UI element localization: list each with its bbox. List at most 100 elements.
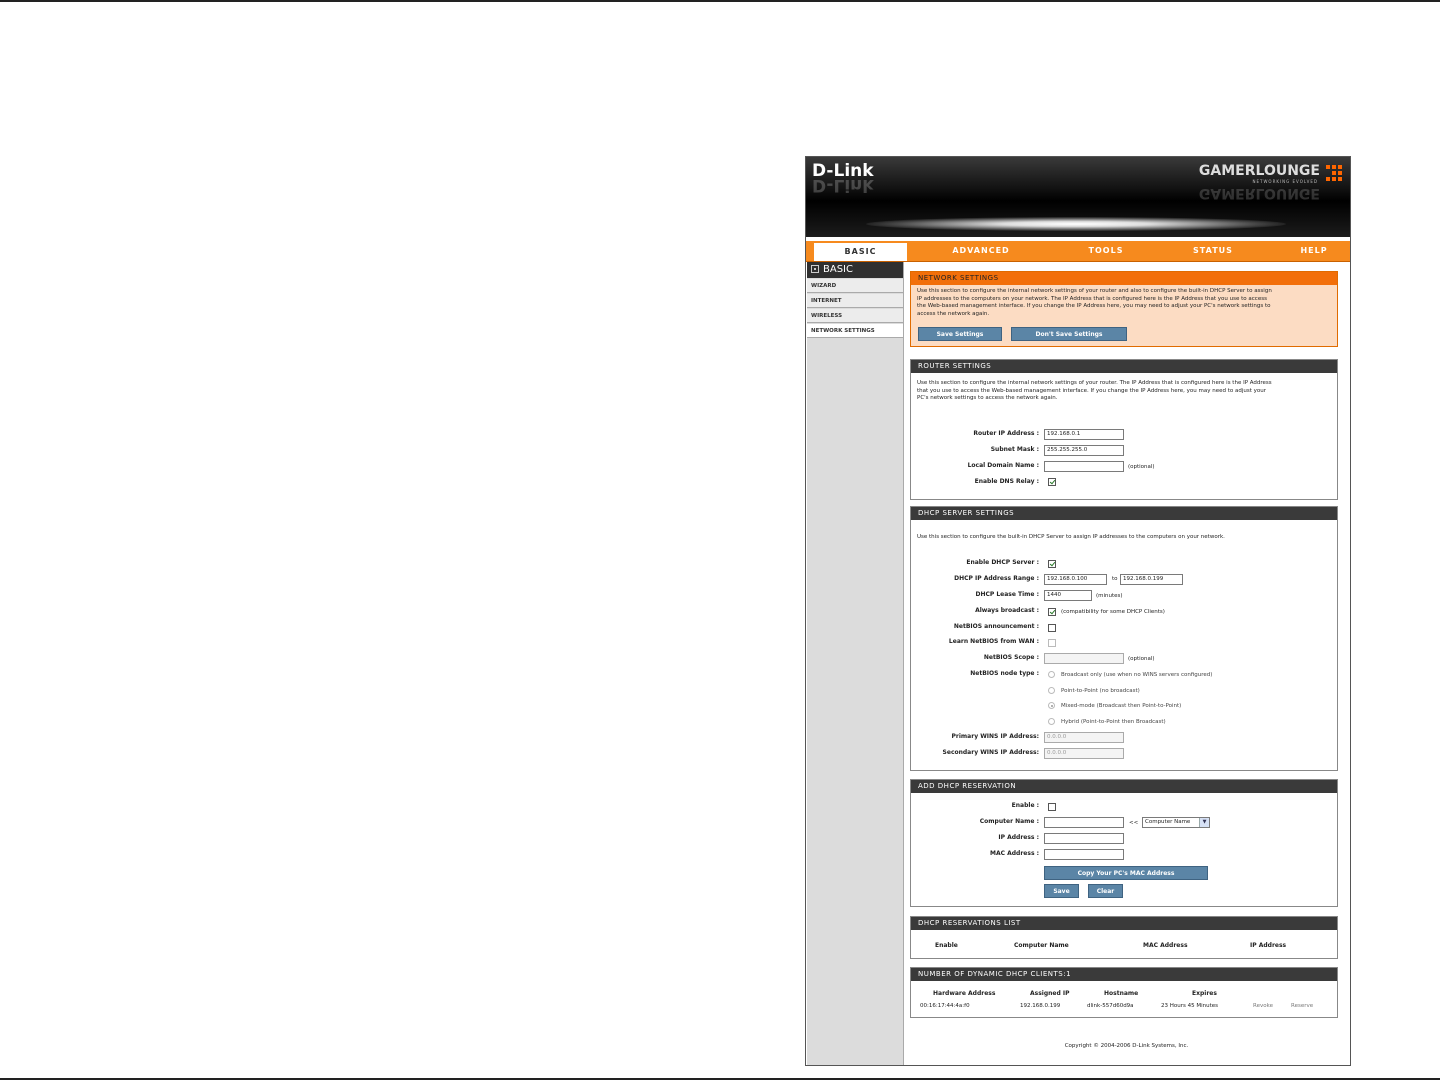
column-header: Expires [1192, 990, 1217, 997]
optional-note: (optional) [1128, 464, 1155, 470]
computer-name-select[interactable]: Computer Name ▼ [1142, 817, 1210, 828]
header-banner: D-Link D-Link GAMERLOUNGE NETWORKING EVO… [806, 157, 1350, 237]
save-settings-button[interactable]: Save Settings [918, 327, 1002, 341]
netbios-scope-input[interactable] [1044, 653, 1124, 664]
panel-title: NETWORK SETTINGS [911, 272, 1337, 285]
select-value: Computer Name [1145, 819, 1191, 825]
banner-glow [866, 217, 1286, 231]
reservation-mac-input[interactable] [1044, 849, 1124, 860]
description-line: Use this section to configure the intern… [917, 380, 1272, 386]
router-settings-panel: ROUTER SETTINGS Use this section to conf… [910, 359, 1338, 500]
sidebar-item-internet[interactable]: INTERNET [807, 294, 903, 308]
sidebar-item-wireless[interactable]: WIRELESS [807, 309, 903, 323]
node-type-broadcast-radio[interactable] [1048, 671, 1055, 678]
reservation-save-button[interactable]: Save [1044, 884, 1079, 898]
reservation-clear-button[interactable]: Clear [1088, 884, 1123, 898]
computer-name-label: Computer Name : [979, 818, 1039, 825]
node-type-mixed-radio[interactable] [1048, 702, 1055, 709]
reservations-list-panel: DHCP RESERVATIONS LIST Enable Computer N… [910, 916, 1338, 959]
column-header: Hardware Address [933, 990, 996, 997]
description-line: access the network again. [917, 310, 990, 317]
node-type-mixed-label: Mixed-mode (Broadcast then Point-to-Poin… [1061, 703, 1182, 709]
section-icon [811, 265, 819, 273]
dhcp-server-description: Use this section to configure the built-… [917, 534, 1225, 540]
description-line: IP addresses to the computers on your ne… [917, 295, 1267, 302]
reservation-enable-label: Enable : [1011, 802, 1039, 809]
tab-basic[interactable]: BASIC [814, 243, 907, 261]
broadcast-note: (compatibility for some DHCP Clients) [1061, 609, 1165, 615]
node-type-hybrid-label: Hybrid (Point-to-Point then Broadcast) [1061, 719, 1166, 725]
panel-title: ROUTER SETTINGS [911, 360, 1337, 373]
node-type-p2p-label: Point-to-Point (no broadcast) [1061, 688, 1140, 694]
dlink-logo-reflection: D-Link [812, 175, 874, 195]
column-header: IP Address [1250, 942, 1287, 949]
hardware-address-cell: 00:16:17:44:4a:f0 [920, 1003, 970, 1009]
sidebar-item-network-settings[interactable]: NETWORK SETTINGS [807, 324, 903, 338]
tab-advanced[interactable]: ADVANCED [936, 241, 1026, 261]
router-ip-input[interactable]: 192.168.0.1 [1044, 429, 1124, 440]
dhcp-range-start-input[interactable]: 192.168.0.100 [1044, 574, 1107, 585]
dont-save-settings-button[interactable]: Don't Save Settings [1011, 327, 1127, 341]
network-settings-description: Use this section to configure the intern… [917, 288, 1272, 318]
computer-name-input[interactable] [1044, 817, 1124, 828]
reservation-ip-input[interactable] [1044, 833, 1124, 844]
network-settings-panel: NETWORK SETTINGS Use this section to con… [910, 271, 1338, 347]
tab-tools[interactable]: TOOLS [1064, 241, 1148, 261]
reserve-link[interactable]: Reserve [1291, 1003, 1313, 1009]
panel-title: DHCP RESERVATIONS LIST [911, 917, 1337, 930]
dhcp-range-label: DHCP IP Address Range : [954, 575, 1039, 582]
dns-relay-label: Enable DNS Relay : [974, 478, 1039, 485]
copy-arrows: << [1129, 820, 1139, 826]
dhcp-range-end-input[interactable]: 192.168.0.199 [1120, 574, 1183, 585]
description-line: that you use to access the Web-based man… [917, 387, 1267, 394]
subnet-mask-label: Subnet Mask : [990, 446, 1039, 453]
sidebar-header: BASIC [807, 262, 903, 278]
lease-unit: (minutes) [1096, 593, 1123, 599]
netbios-announcement-checkbox[interactable] [1048, 624, 1056, 632]
lease-time-label: DHCP Lease Time : [975, 591, 1039, 598]
copy-mac-button[interactable]: Copy Your PC's MAC Address [1044, 866, 1208, 880]
router-admin-page: D-Link D-Link GAMERLOUNGE NETWORKING EVO… [805, 156, 1351, 1066]
tab-status[interactable]: STATUS [1171, 241, 1255, 261]
local-domain-input[interactable] [1044, 461, 1124, 472]
netbios-node-type-label: NetBIOS node type : [970, 670, 1039, 677]
node-type-hybrid-radio[interactable] [1048, 718, 1055, 725]
dns-relay-checkbox[interactable] [1048, 478, 1056, 486]
description-line: PC's network settings to access the netw… [917, 395, 1058, 401]
copyright-footer: Copyright © 2004-2006 D-Link Systems, In… [1064, 1043, 1189, 1049]
description-line: Use this section to configure the intern… [917, 288, 1272, 294]
reservation-ip-label: IP Address : [998, 834, 1039, 841]
netbios-announcement-label: NetBIOS announcement : [953, 623, 1039, 630]
router-settings-description: Use this section to configure the intern… [917, 380, 1272, 403]
sidebar-item-wizard[interactable]: WIZARD [807, 279, 903, 293]
subnet-mask-input[interactable]: 255.255.255.0 [1044, 445, 1124, 456]
chevron-down-icon: ▼ [1199, 818, 1209, 827]
revoke-link[interactable]: Revoke [1253, 1003, 1273, 1009]
gamerlounge-mark-icon [1326, 165, 1344, 181]
dynamic-clients-panel: NUMBER OF DYNAMIC DHCP CLIENTS:1 Hardwar… [910, 967, 1338, 1018]
column-header: Hostname [1104, 990, 1139, 997]
range-to-label: to [1112, 576, 1118, 582]
learn-netbios-checkbox[interactable] [1048, 639, 1056, 647]
enable-dhcp-checkbox[interactable] [1048, 560, 1056, 568]
always-broadcast-checkbox[interactable] [1048, 608, 1056, 616]
bottom-rule [0, 1078, 1440, 1080]
secondary-wins-label: Secondary WINS IP Address: [942, 749, 1039, 756]
local-domain-label: Local Domain Name : [967, 462, 1039, 469]
lease-time-input[interactable]: 1440 [1044, 590, 1092, 601]
assigned-ip-cell: 192.168.0.199 [1020, 1003, 1061, 1009]
tab-help[interactable]: HELP [1284, 241, 1344, 261]
primary-wins-input[interactable]: 0.0.0.0 [1044, 732, 1124, 743]
reservation-enable-checkbox[interactable] [1048, 803, 1056, 811]
expires-cell: 23 Hours 45 Minutes [1161, 1003, 1219, 1009]
node-type-p2p-radio[interactable] [1048, 687, 1055, 694]
node-type-broadcast-label: Broadcast only (use when no WINS servers… [1061, 672, 1213, 678]
gamerlounge-logo: GAMERLOUNGE [1198, 163, 1320, 179]
column-header: Computer Name [1014, 942, 1069, 949]
learn-netbios-label: Learn NetBIOS from WAN : [948, 638, 1039, 645]
column-header: Enable [935, 942, 958, 949]
secondary-wins-input[interactable]: 0.0.0.0 [1044, 748, 1124, 759]
sidebar: BASIC WIZARD INTERNET WIRELESS NETWORK S… [807, 262, 904, 1065]
add-reservation-panel: ADD DHCP RESERVATION Enable : Computer N… [910, 779, 1338, 907]
panel-title: NUMBER OF DYNAMIC DHCP CLIENTS:1 [911, 968, 1337, 981]
